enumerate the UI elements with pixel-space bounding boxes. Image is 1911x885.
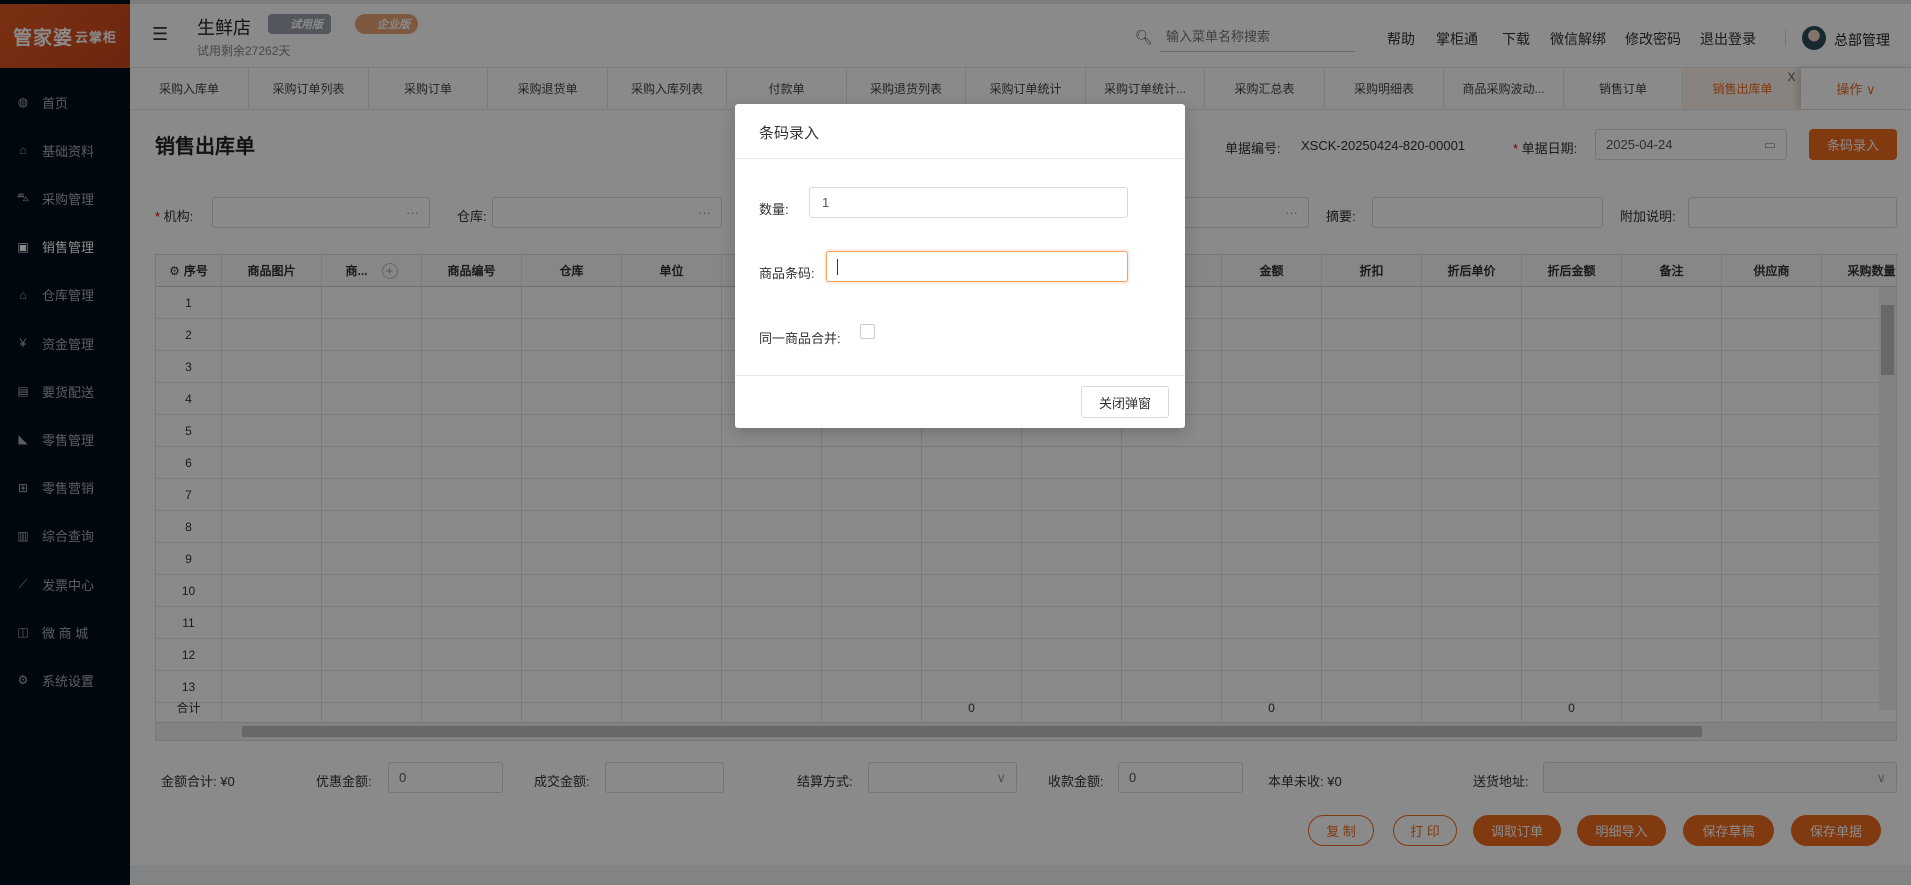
merge-checkbox[interactable] — [860, 324, 875, 339]
dialog-title: 条码录入 — [759, 125, 820, 142]
qty-value: 1 — [822, 195, 830, 210]
divider — [735, 158, 1185, 159]
text-cursor — [837, 258, 838, 275]
barcode-input[interactable] — [826, 251, 1128, 282]
qty-label: 数量: — [759, 202, 789, 217]
close-dialog-button[interactable]: 关闭弹窗 — [1081, 386, 1169, 418]
qty-input[interactable]: 1 — [809, 187, 1128, 218]
divider — [735, 375, 1185, 376]
merge-label: 同一商品合并: — [759, 331, 841, 346]
barcode-label: 商品条码: — [759, 266, 815, 281]
barcode-entry-dialog: 条码录入 数量: 1 商品条码: 同一商品合并: 关闭弹窗 — [735, 104, 1185, 428]
